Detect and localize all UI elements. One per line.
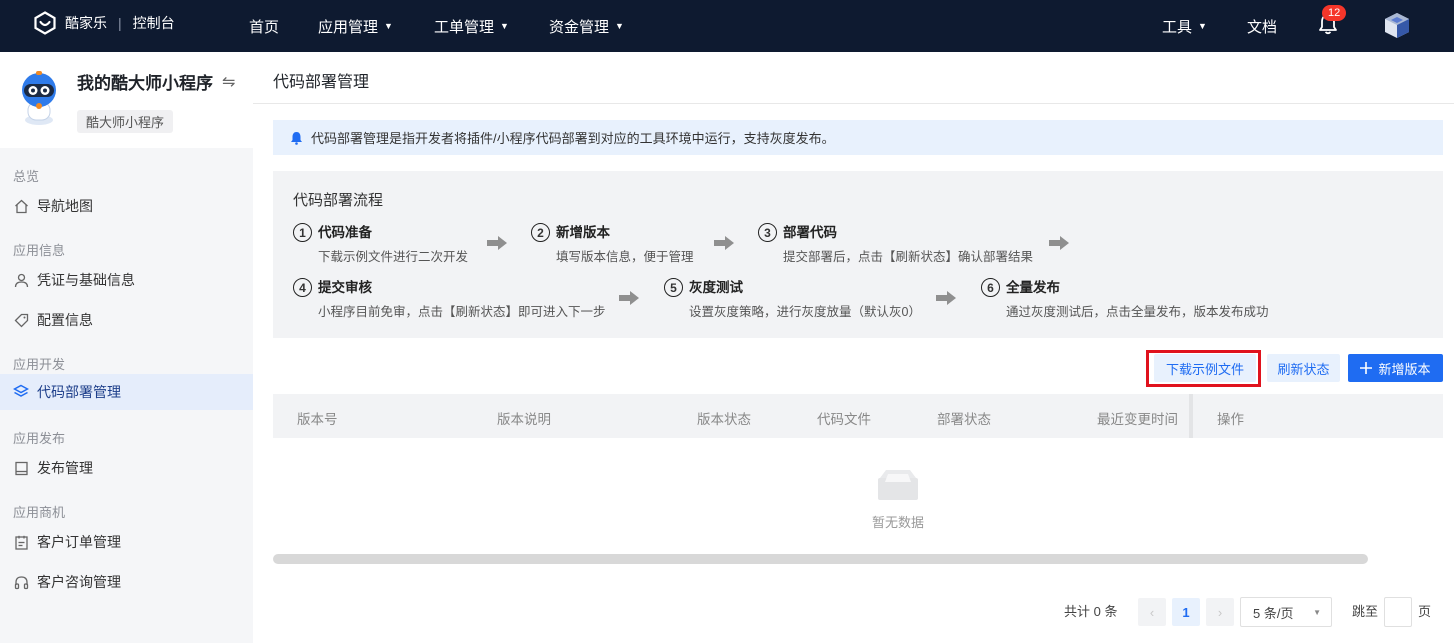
page-title: 代码部署管理 xyxy=(273,74,370,91)
top-navbar: 酷家乐 | 控制台 首页 应用管理 ▼ 工单管理 ▼ 资金管理 ▼ 工具 ▼ 文档 12 xyxy=(0,0,1454,52)
col-version-status: 版本状态 xyxy=(697,412,751,427)
page-number-current[interactable]: 1 xyxy=(1172,598,1200,626)
col-updated-time: 最近变更时间 xyxy=(1097,412,1178,427)
table-header: 版本号 版本说明 版本状态 代码文件 部署状态 最近变更时间 操作 xyxy=(273,394,1443,438)
user-avatar[interactable] xyxy=(1380,8,1414,42)
section-app-info: 应用信息 xyxy=(13,243,66,258)
deploy-flow-panel: 代码部署流程 1 代码准备 下载示例文件进行二次开发 2 新增版本 填写版本信息，便… xyxy=(273,171,1443,338)
sidebar: 我的酷大师小程序 ⇋ 酷大师小程序 总览 导航地图 应用信息 凭证与基础信息 配… xyxy=(0,52,253,643)
sidebar-item-orders[interactable]: 客户订单管理 xyxy=(0,524,253,560)
section-overview: 总览 xyxy=(13,169,40,184)
prev-page-button[interactable]: ‹ xyxy=(1138,598,1166,626)
caret-down-icon: ▼ xyxy=(384,21,393,31)
arrow-right-icon xyxy=(936,291,956,305)
col-code-file: 代码文件 xyxy=(817,412,871,427)
flow-step-1: 1 代码准备 下载示例文件进行二次开发 xyxy=(293,223,468,265)
sidebar-item-release[interactable]: 发布管理 xyxy=(0,450,253,486)
add-version-button[interactable]: 新增版本 xyxy=(1348,354,1443,382)
plus-icon xyxy=(1360,362,1373,374)
nav-home[interactable]: 首页 xyxy=(249,0,279,52)
empty-box-icon xyxy=(878,470,918,500)
brand-logo[interactable]: 酷家乐 | 控制台 xyxy=(33,11,175,35)
arrow-right-icon xyxy=(1049,236,1069,250)
section-app-business: 应用商机 xyxy=(13,505,66,520)
sidebar-item-nav-map[interactable]: 导航地图 xyxy=(0,188,253,224)
brand-name: 酷家乐 xyxy=(65,15,107,31)
tag-icon xyxy=(13,312,29,328)
flow-step-6: 6 全量发布 通过灰度测试后，点击全量发布，版本发布成功 xyxy=(981,278,1269,320)
caret-down-icon: ▼ xyxy=(1198,21,1207,31)
app-mascot-avatar xyxy=(9,68,69,128)
sidebar-item-credentials[interactable]: 凭证与基础信息 xyxy=(0,262,253,298)
nav-tools[interactable]: 工具 ▼ xyxy=(1162,0,1207,52)
flow-title: 代码部署流程 xyxy=(293,192,384,209)
jump-label: 跳至 xyxy=(1352,604,1379,619)
nav-fund-management[interactable]: 资金管理 ▼ xyxy=(549,0,624,52)
fixed-column-divider xyxy=(1189,394,1193,438)
sidebar-item-code-deploy[interactable]: 代码部署管理 xyxy=(0,374,253,410)
switch-app-icon[interactable]: ⇋ xyxy=(222,72,235,92)
console-label: 控制台 xyxy=(132,15,175,31)
notice-banner: 代码部署管理是指开发者将插件/小程序代码部署到对应的工具环境中运行，支持灰度发布… xyxy=(273,120,1443,155)
flow-step-4: 4 提交审核 小程序目前免审，点击【刷新状态】即可进入下一步 xyxy=(293,278,606,320)
jump-page-input[interactable] xyxy=(1384,597,1412,627)
headset-icon xyxy=(13,574,29,590)
nav-docs[interactable]: 文档 xyxy=(1247,0,1277,52)
layers-icon xyxy=(13,384,29,400)
col-deploy-status: 部署状态 xyxy=(937,412,991,427)
flow-step-2: 2 新增版本 填写版本信息，便于管理 xyxy=(531,223,694,265)
section-app-release: 应用发布 xyxy=(13,431,66,446)
highlight-box xyxy=(1146,350,1261,387)
col-actions: 操作 xyxy=(1217,412,1244,427)
arrow-right-icon xyxy=(619,291,639,305)
clipboard-icon xyxy=(13,534,29,550)
horizontal-scrollbar[interactable] xyxy=(273,554,1368,564)
empty-text: 暂无数据 xyxy=(872,515,925,530)
page-size-select[interactable]: 5 条/页 ▼ xyxy=(1240,597,1332,627)
refresh-status-button[interactable]: 刷新状态 xyxy=(1267,354,1340,382)
caret-down-icon: ▼ xyxy=(615,21,624,31)
arrow-right-icon xyxy=(487,236,507,250)
book-icon xyxy=(13,460,29,476)
app-type-tag: 酷大师小程序 xyxy=(77,110,174,133)
app-name: 我的酷大师小程序 xyxy=(77,74,213,93)
title-divider xyxy=(253,103,1454,104)
notice-text: 代码部署管理是指开发者将插件/小程序代码部署到对应的工具环境中运行，支持灰度发布… xyxy=(311,131,835,146)
col-description: 版本说明 xyxy=(497,412,551,427)
next-page-button[interactable]: › xyxy=(1206,598,1234,626)
sidebar-item-consult[interactable]: 客户咨询管理 xyxy=(0,564,253,600)
nav-app-management[interactable]: 应用管理 ▼ xyxy=(318,0,393,52)
nav-ticket-management[interactable]: 工单管理 ▼ xyxy=(434,0,509,52)
home-icon xyxy=(13,198,29,214)
caret-down-icon: ▼ xyxy=(1313,607,1321,617)
sidebar-item-config[interactable]: 配置信息 xyxy=(0,302,253,338)
bell-icon xyxy=(291,131,302,145)
section-app-dev: 应用开发 xyxy=(13,357,66,372)
flow-step-3: 3 部署代码 提交部署后，点击【刷新状态】确认部署结果 xyxy=(758,223,1033,265)
caret-down-icon: ▼ xyxy=(500,21,509,31)
app-card: 我的酷大师小程序 ⇋ 酷大师小程序 xyxy=(0,52,253,148)
pagination-total: 共计 0 条 xyxy=(1064,604,1118,619)
col-version: 版本号 xyxy=(297,412,338,427)
user-icon xyxy=(13,272,29,288)
arrow-right-icon xyxy=(714,236,734,250)
flow-step-5: 5 灰度测试 设置灰度策略，进行灰度放量（默认灰0） xyxy=(664,278,921,320)
brand-logo-icon xyxy=(34,11,56,35)
notification-badge: 12 xyxy=(1322,5,1347,21)
jump-suffix: 页 xyxy=(1418,604,1432,619)
